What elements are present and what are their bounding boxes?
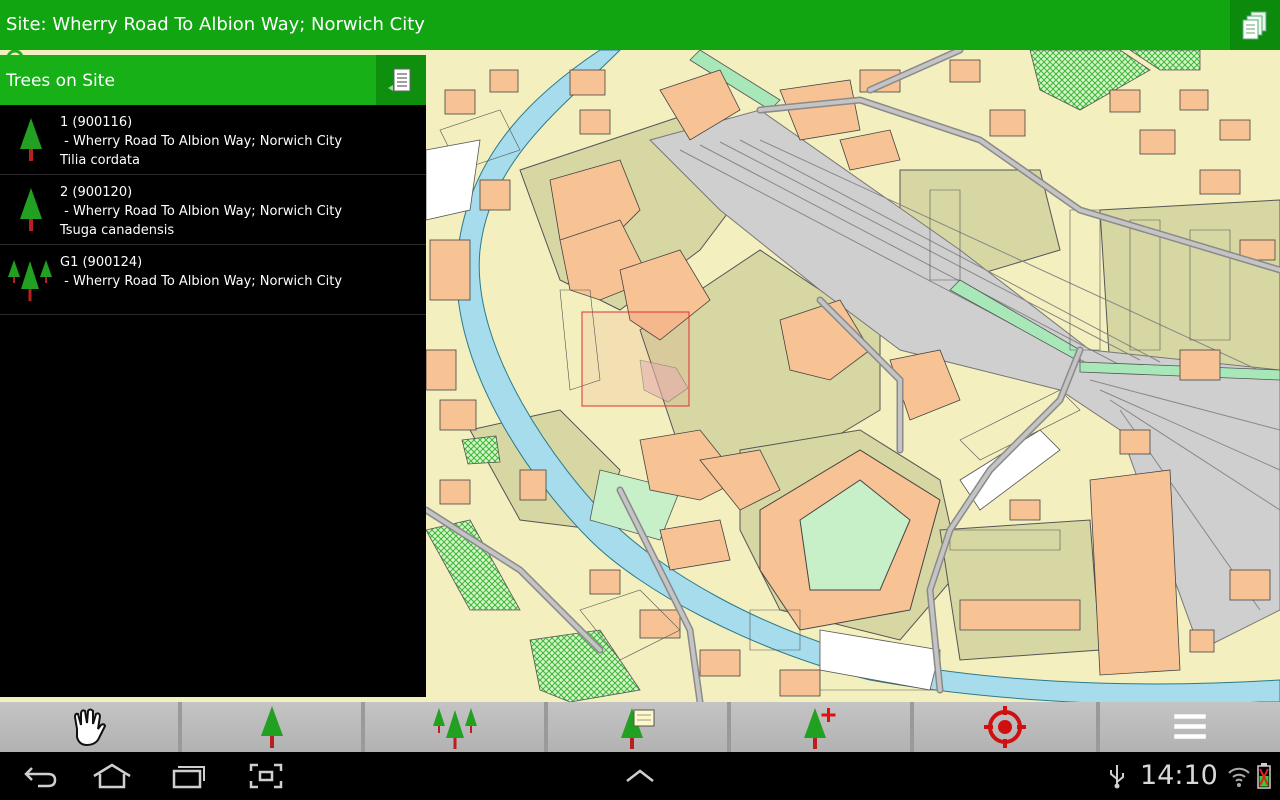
tree-list-item[interactable]: G1 (900124) - Wherry Road To Albion Way;… [0,245,426,315]
tree-species: Tilia cordata [60,153,140,168]
tree-group-icon [8,260,52,301]
recents-icon [172,766,205,789]
tree-icon [260,706,283,748]
screenshot-icon [249,763,283,789]
crosshair-icon [984,706,1026,748]
menu-icon [1173,713,1207,740]
single-tree-icon [20,188,42,231]
tree-note-tool-button[interactable] [548,702,727,752]
clock: 14:10 [1140,760,1218,791]
tree-group-icon [432,708,477,749]
tree-location: - Wherry Road To Albion Way; Norwich Cit… [60,274,343,289]
menu-tool-button[interactable] [1100,702,1280,752]
add-tree-tool-button[interactable] [182,702,361,752]
panel-title: Trees on Site [6,71,115,91]
usb-icon [1110,765,1124,789]
recents-button[interactable] [166,760,210,792]
tree-id: 1 (900116) [60,115,133,130]
show-more-button[interactable] [620,760,660,792]
add-group-tool-button[interactable] [365,702,544,752]
tree-location: - Wherry Road To Albion Way; Norwich Cit… [60,204,343,219]
documents-button[interactable] [1230,0,1280,50]
tree-location: - Wherry Road To Albion Way; Norwich Cit… [60,134,343,149]
tree-species: Tsuga canadensis [60,223,175,238]
wifi-status [1226,760,1252,792]
single-tree-icon [20,118,42,161]
locate-tool-button[interactable] [914,702,1096,752]
home-button[interactable] [88,760,136,792]
tree-id: 2 (900120) [60,185,133,200]
documents-icon [1242,11,1267,40]
trees-panel: Trees on Site 1 (900116) - Wherry Road T… [0,55,426,697]
collapse-panel-button[interactable] [376,55,426,105]
tree-list-item[interactable]: 1 (900116) - Wherry Road To Albion Way; … [0,105,426,175]
battery-icon [1257,763,1271,789]
tree-note-icon [620,708,654,749]
battery-status [1254,760,1274,792]
list-document-icon [388,68,411,92]
home-icon [93,763,131,789]
title-bar: Site: Wherry Road To Albion Way; Norwich… [0,0,1280,50]
panel-header: Trees on Site [0,55,426,105]
pan-tool-button[interactable] [0,702,178,752]
tree-id: G1 (900124) [60,255,143,270]
system-nav-bar [0,752,1280,800]
hand-icon [73,708,107,747]
site-title: Site: Wherry Road To Albion Way; Norwich… [6,14,425,35]
wifi-icon [1228,767,1250,787]
back-button[interactable] [18,760,62,792]
tool-bar [0,702,1280,752]
screenshot-button[interactable] [244,760,288,792]
tree-list-item[interactable]: 2 (900120) - Wherry Road To Albion Way; … [0,175,426,245]
up-chevron-icon [626,769,654,782]
back-icon [24,767,57,788]
tree-add-icon [803,708,835,749]
new-tree-tool-button[interactable] [731,702,910,752]
usb-status [1104,760,1130,792]
